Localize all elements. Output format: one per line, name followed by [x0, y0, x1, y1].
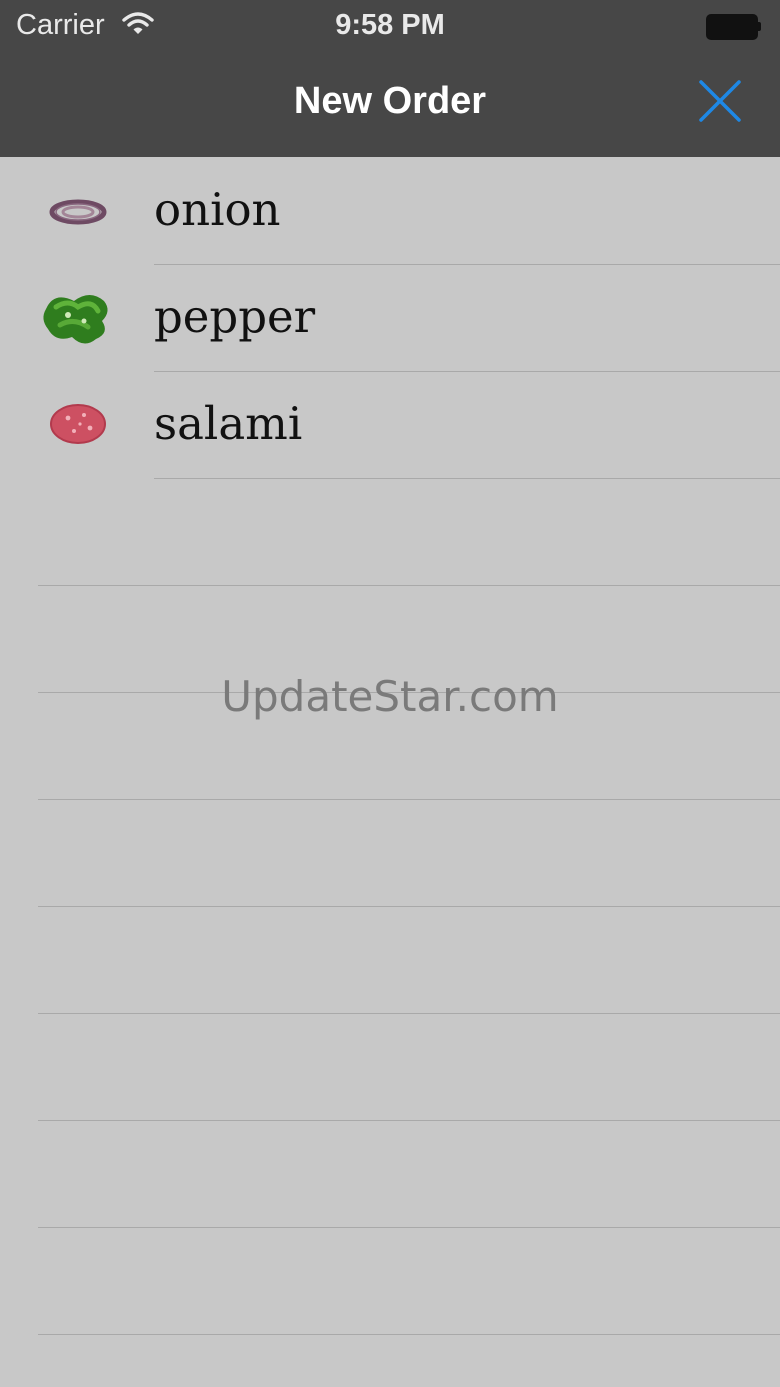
row-divider: [38, 585, 780, 586]
status-bar: Carrier 9:58 PM: [0, 0, 780, 52]
list-item-label: salami: [154, 397, 303, 450]
list-item[interactable]: pepper: [0, 264, 780, 372]
close-icon: [699, 80, 741, 122]
status-time: 9:58 PM: [335, 9, 445, 41]
row-divider: [38, 1227, 780, 1228]
salami-icon: [50, 404, 106, 444]
row-divider: [38, 1120, 780, 1121]
row-divider: [38, 1013, 780, 1014]
watermark: UpdateStar.com: [221, 672, 559, 721]
row-divider: [154, 478, 780, 479]
pepper-icon: [43, 295, 108, 344]
top-bar: Carrier 9:58 PM New Order: [0, 0, 780, 157]
row-divider: [38, 799, 780, 800]
close-button[interactable]: [693, 74, 747, 128]
list-item-label: onion: [154, 183, 281, 236]
row-divider: [38, 1334, 780, 1335]
battery-icon: [706, 14, 761, 40]
row-divider: [38, 906, 780, 907]
onion-icon: [49, 199, 107, 225]
list-item[interactable]: onion: [0, 157, 780, 265]
page-title: New Order: [293, 80, 487, 122]
list-item-label: pepper: [154, 290, 316, 343]
list-item[interactable]: salami: [0, 371, 780, 479]
